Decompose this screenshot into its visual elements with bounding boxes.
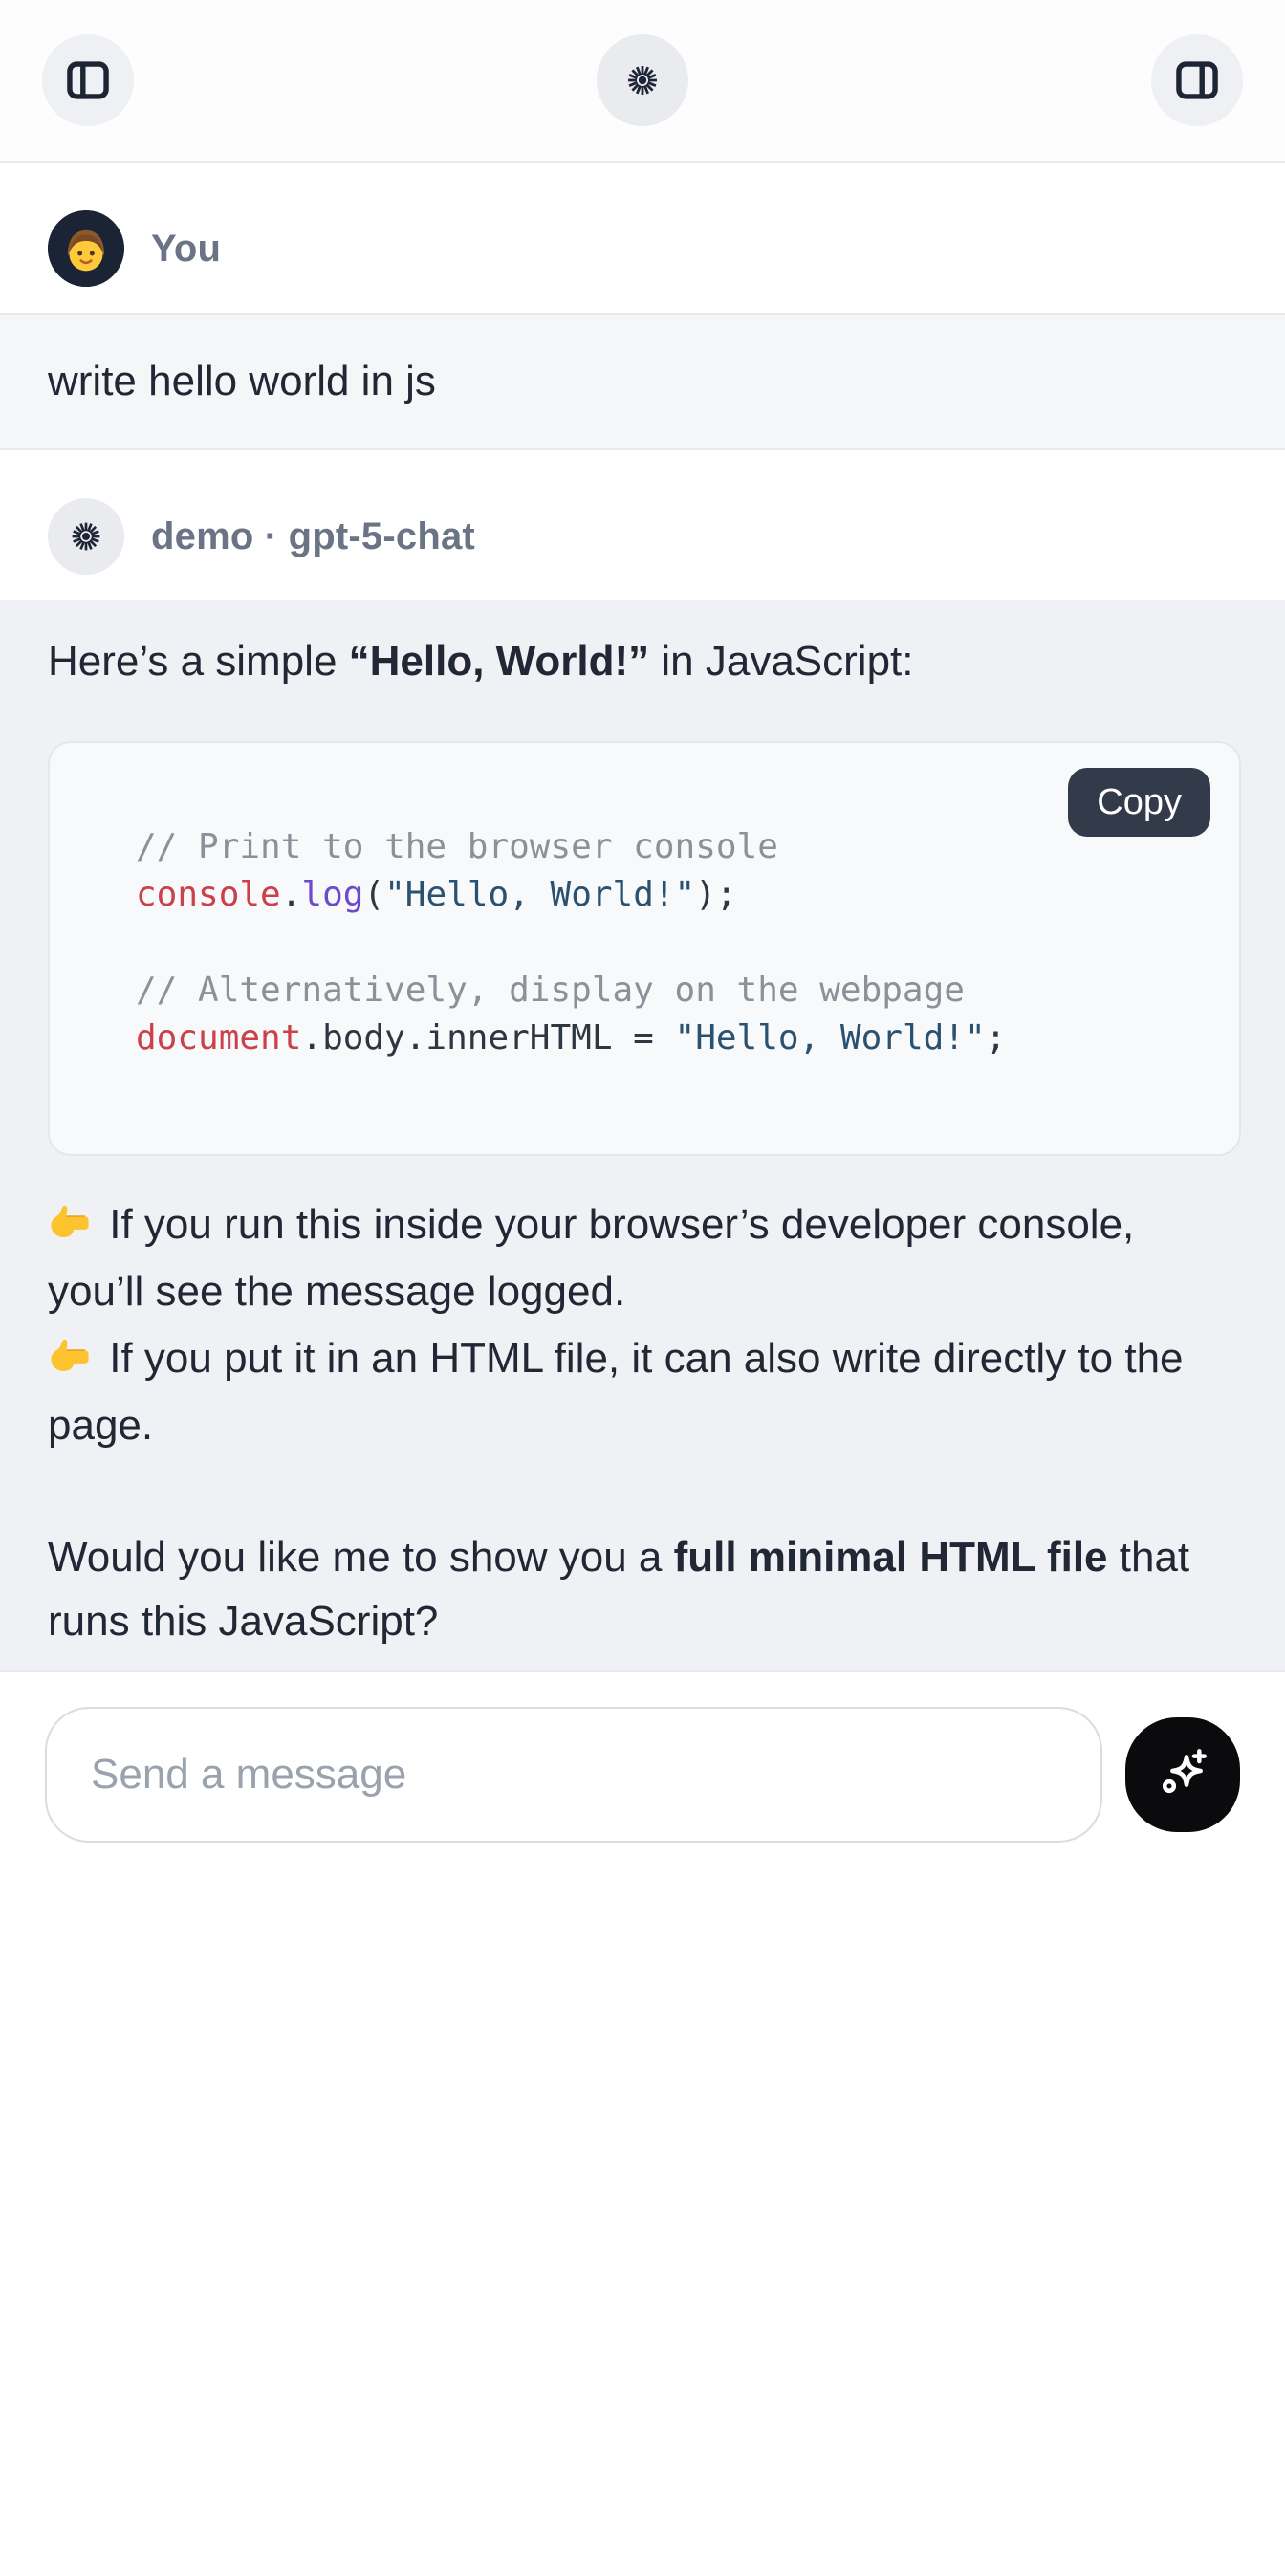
code-line: document.body.innerHTML = "Hello, World!… (136, 1015, 1201, 1062)
panel-left-icon (63, 55, 113, 105)
user-sender-label: You (151, 228, 221, 271)
assistant-message: demo · gpt-5-chat Here’s a simple “Hello… (0, 450, 1285, 1670)
assistant-message-body: Here’s a simple “Hello, World!” in JavaS… (0, 600, 1285, 1670)
user-avatar (48, 210, 124, 287)
code-content: // Print to the browser consoleconsole.l… (136, 823, 1201, 1062)
sparkles-icon (1152, 1744, 1213, 1805)
panel-right-button[interactable] (1151, 34, 1243, 126)
top-bar (0, 0, 1285, 163)
user-message: You write hello world in js (0, 163, 1285, 450)
starburst-icon (64, 514, 108, 558)
code-line: // Print to the browser console (136, 823, 1201, 871)
chat-app: You write hello world in js demo · gpt-5… (0, 0, 1285, 2576)
assistant-sender-label: demo · gpt-5-chat (151, 515, 475, 558)
assistant-message-header: demo · gpt-5-chat (0, 450, 1285, 600)
code-line: console.log("Hello, World!"); (136, 871, 1201, 919)
chat-scroll-area[interactable]: You write hello world in js demo · gpt-5… (0, 163, 1285, 1670)
code-block: Copy // Print to the browser consolecons… (48, 741, 1241, 1156)
user-message-bubble: write hello world in js (0, 313, 1285, 450)
user-message-text: write hello world in js (48, 360, 1237, 403)
composer-bar (0, 1670, 1285, 1877)
user-message-header: You (0, 163, 1285, 313)
send-button[interactable] (1125, 1717, 1240, 1832)
model-avatar-badge[interactable] (597, 34, 688, 126)
assistant-followup-text: Would you like me to show you a full min… (48, 1525, 1241, 1653)
starburst-icon (620, 57, 665, 103)
sidebar-toggle-button[interactable] (42, 34, 134, 126)
assistant-intro-text: Here’s a simple “Hello, World!” in JavaS… (48, 629, 1241, 693)
point-right-emoji (48, 1201, 92, 1245)
code-line: // Alternatively, display on the webpage (136, 967, 1201, 1015)
panel-right-icon (1172, 55, 1222, 105)
point-right-emoji (48, 1335, 92, 1379)
person-emoji-icon (48, 210, 124, 287)
code-line (136, 919, 1201, 967)
assistant-notes-text: If you run this inside your browser’s de… (48, 1191, 1241, 1459)
message-input[interactable] (45, 1707, 1102, 1843)
copy-button[interactable]: Copy (1068, 768, 1210, 837)
assistant-avatar (48, 498, 124, 575)
